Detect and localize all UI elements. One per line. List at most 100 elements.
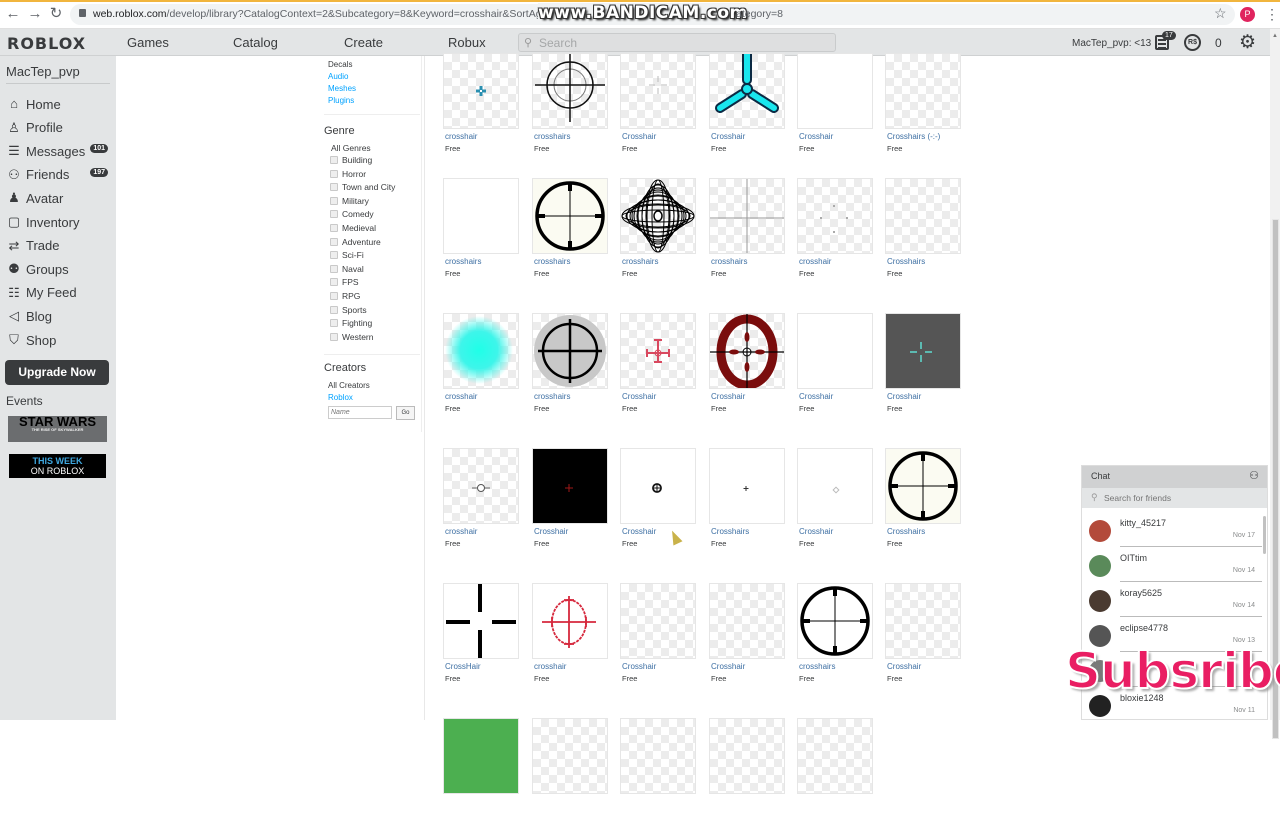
item-name-link[interactable]: crosshairs [445,257,481,266]
roblox-logo[interactable]: ROBLOX [7,34,86,53]
catalog-item-card[interactable]: crosshairs Free [532,313,608,423]
item-thumbnail-red-scope-icon[interactable] [532,583,608,659]
catalog-item-card[interactable]: crosshair Free [443,448,519,558]
item-thumbnail-blank-icon[interactable] [620,583,696,659]
item-thumbnail-tiny-diamond-icon[interactable] [797,448,873,524]
catalog-item-card[interactable]: CrossHair Free [443,583,519,693]
item-thumbnail-red-dot-icon[interactable] [532,448,608,524]
catalog-item-card[interactable]: crosshairs Free [709,178,785,288]
item-thumbnail-scope-thin-icon[interactable] [532,53,608,129]
category-link-decals[interactable]: Decals [328,60,352,69]
item-thumbnail-tiny-plus-icon[interactable] [709,448,785,524]
page-scrollbar[interactable]: ▲ [1270,29,1280,739]
item-thumbnail-tri-cyan-icon[interactable] [709,53,785,129]
genre-checkbox[interactable] [330,156,338,164]
catalog-item-card[interactable]: crosshairs Free [532,178,608,288]
nav-catalog[interactable]: Catalog [233,35,278,50]
genre-filter-town-and-city[interactable]: Town and City [330,182,395,192]
sidebar-item-trade[interactable]: ⇄ Trade [6,236,112,256]
catalog-item-card[interactable]: Crosshairs Free [709,448,785,558]
robux-count[interactable]: 0 [1215,36,1222,50]
genre-filter-adventure[interactable]: Adventure [330,237,381,247]
catalog-item-card[interactable]: Crosshair Free [620,53,696,163]
item-thumbnail-ornate-icon[interactable] [620,178,696,254]
genre-filter-building[interactable]: Building [330,155,372,165]
sidebar-item-friends[interactable]: ⚇ Friends 197 [6,165,112,185]
creator-go-button[interactable]: Go [396,406,415,420]
item-thumbnail-icon[interactable] [443,718,519,794]
catalog-item-card[interactable]: crosshair Free [443,53,519,163]
url-text[interactable]: web.roblox.com/develop/library?CatalogCo… [93,8,585,20]
item-name-link[interactable]: Crosshair [799,132,833,141]
catalog-item-card[interactable]: Crosshair Free [885,583,961,693]
item-thumbnail-gap-cross-icon[interactable] [443,583,519,659]
catalog-item-card[interactable] [532,718,608,828]
item-name-link[interactable]: Crosshair [711,662,745,671]
item-name-link[interactable]: Crosshairs [887,527,925,536]
item-name-link[interactable]: Crosshair [622,527,656,536]
catalog-item-card[interactable]: Crosshair Free [532,448,608,558]
item-thumbnail-faint-plus-icon[interactable] [620,53,696,129]
reload-button[interactable]: ↻ [47,6,65,22]
search-box[interactable]: ⚲ [518,33,836,52]
chat-header[interactable]: Chat ⚇ [1082,466,1267,488]
sidebar-item-home[interactable]: ⌂ Home [6,94,112,114]
item-thumbnail-blank-icon[interactable] [885,53,961,129]
item-name-link[interactable]: Crosshair [534,527,568,536]
nav-games[interactable]: Games [127,35,169,50]
item-thumbnail-dots-icon[interactable] [797,178,873,254]
catalog-item-card[interactable]: crosshair Free [532,583,608,693]
bookmark-star-icon[interactable]: ☆ [1214,5,1227,22]
category-link-meshes[interactable]: Meshes [328,84,356,93]
item-thumbnail-thin-cross-icon[interactable] [709,178,785,254]
chat-search[interactable]: ⚲ [1082,488,1267,508]
new-group-chat-icon[interactable]: ⚇ [1249,469,1259,482]
item-thumbnail-icon[interactable] [620,718,696,794]
catalog-item-card[interactable]: Crosshair Free [620,448,696,558]
genre-checkbox[interactable] [330,251,338,260]
item-name-link[interactable]: crosshair [534,662,566,671]
item-thumbnail-icon[interactable] [532,718,608,794]
sidebar-item-blog[interactable]: ◁ Blog [6,306,112,326]
item-thumbnail-scope-thick-icon[interactable] [885,448,961,524]
item-name-link[interactable]: crosshairs [711,257,747,266]
catalog-item-card[interactable]: crosshair Free [797,178,873,288]
item-name-link[interactable]: Crosshair [622,662,656,671]
item-thumbnail-blank-icon[interactable] [709,583,785,659]
catalog-item-card[interactable]: Crosshairs Free [885,178,961,288]
genre-filter-horror[interactable]: Horror [330,169,366,179]
catalog-item-card[interactable]: crosshairs Free [797,583,873,693]
catalog-item-card[interactable]: Crosshair Free [885,313,961,423]
scroll-up-arrow-icon[interactable]: ▲ [1272,33,1278,39]
catalog-item-card[interactable]: Crosshair Free [620,313,696,423]
catalog-item-card[interactable]: Crosshair Free [797,53,873,163]
item-thumbnail-blank-icon[interactable] [797,313,873,389]
category-link-plugins[interactable]: Plugins [328,96,354,105]
item-thumbnail-scope-thick-icon[interactable] [797,583,873,659]
item-thumbnail-small-ring-icon[interactable] [443,448,519,524]
catalog-item-card[interactable]: Crosshair Free [709,53,785,163]
catalog-item-card[interactable] [443,718,519,828]
item-name-link[interactable]: crosshair [445,132,477,141]
item-name-link[interactable]: crosshairs [534,392,570,401]
catalog-item-card[interactable]: Crosshair Free [620,583,696,693]
item-name-link[interactable]: crosshairs [799,662,835,671]
item-name-link[interactable]: crosshairs [534,257,570,266]
genre-filter-fps[interactable]: FPS [330,277,359,287]
genre-checkbox[interactable] [330,224,338,232]
item-name-link[interactable]: crosshair [445,527,477,536]
browser-profile-avatar[interactable]: P [1240,7,1255,22]
chat-search-input[interactable] [1104,491,1254,505]
header-username[interactable]: MacTep_pvp: <13 [1072,38,1151,49]
catalog-item-card[interactable]: crosshairs Free [532,53,608,163]
catalog-item-card[interactable] [709,718,785,828]
item-name-link[interactable]: Crosshair [711,132,745,141]
back-button[interactable]: ← [4,6,22,22]
item-thumbnail-blank-icon[interactable] [797,53,873,129]
catalog-item-card[interactable]: Crosshair Free [709,583,785,693]
catalog-item-card[interactable] [797,718,873,828]
item-name-link[interactable]: crosshair [445,392,477,401]
sidebar-item-messages[interactable]: ☰ Messages 101 [6,141,112,161]
sidebar-item-my-feed[interactable]: ☷ My Feed [6,283,112,303]
search-input[interactable] [539,35,829,50]
